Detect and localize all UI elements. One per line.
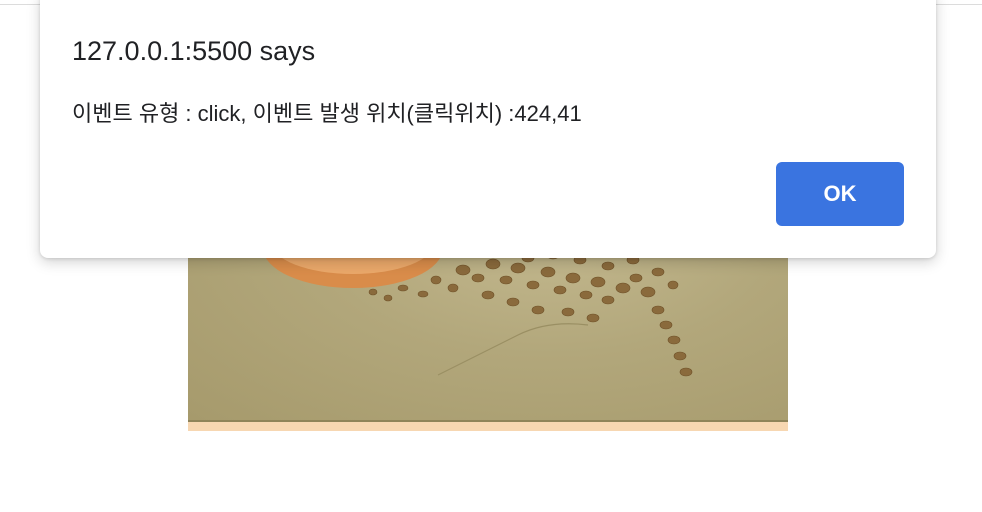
dialog-title: 127.0.0.1:5500 says (72, 36, 316, 66)
browser-page: 127.0.0.1:5500 says 이벤트 유형 : click, 이벤트 … (0, 0, 982, 512)
ok-button[interactable]: OK (776, 162, 904, 226)
alert-dialog: 127.0.0.1:5500 says 이벤트 유형 : click, 이벤트 … (40, 0, 936, 258)
dialog-message: 이벤트 유형 : click, 이벤트 발생 위치(클릭위치) :424,41 (72, 101, 582, 126)
image-bottom-strip (188, 422, 788, 431)
